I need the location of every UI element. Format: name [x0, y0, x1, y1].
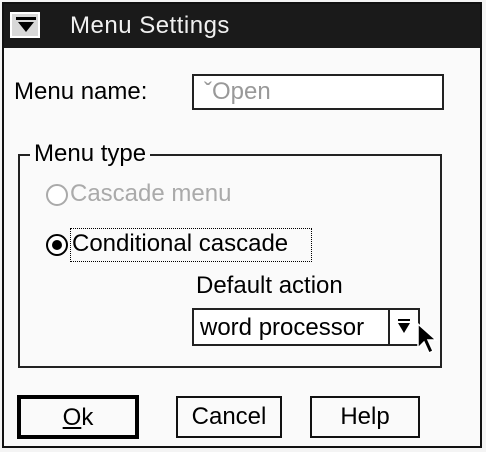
window-title: Menu Settings [70, 12, 230, 39]
default-action-label: Default action [196, 272, 343, 299]
title-bar[interactable]: Menu Settings [4, 4, 480, 48]
ok-label: k [81, 404, 94, 431]
menu-settings-dialog: Menu Settings Menu name: ˇOpen Menu type… [2, 2, 482, 448]
ok-button[interactable]: Ok [18, 396, 138, 438]
dropdown-arrow-icon[interactable] [388, 310, 418, 344]
default-action-dropdown[interactable]: word processor [192, 308, 420, 346]
help-button[interactable]: Help [310, 396, 420, 438]
cascade-menu-radio [46, 184, 68, 206]
menu-name-input[interactable]: ˇOpen [192, 74, 444, 110]
menu-name-label: Menu name: [14, 78, 148, 105]
menu-type-group-label: Menu type [30, 140, 151, 168]
conditional-cascade-label[interactable]: Conditional cascade [72, 230, 288, 258]
ok-mnemonic: O [62, 404, 82, 431]
system-menu-icon[interactable] [10, 12, 40, 38]
cancel-button[interactable]: Cancel [176, 396, 282, 438]
mouse-pointer-icon [417, 322, 438, 355]
radio-selected-dot [52, 240, 62, 250]
conditional-cascade-radio[interactable] [46, 234, 68, 256]
cascade-menu-label: Cascade menu [70, 180, 232, 207]
default-action-value: word processor [200, 314, 365, 341]
